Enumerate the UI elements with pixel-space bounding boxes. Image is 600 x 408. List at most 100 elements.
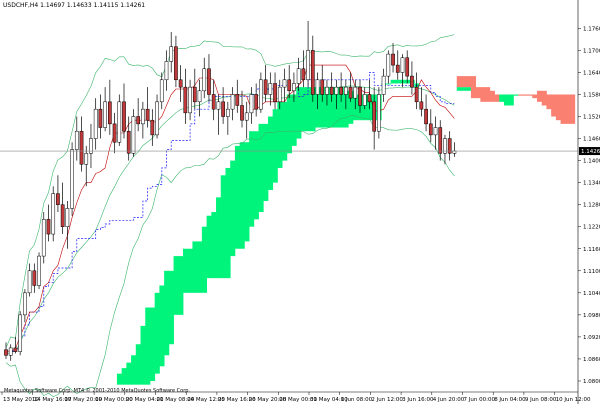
x-tick-label: 8 Jun 04:00: [494, 397, 526, 403]
candle: [131, 109, 136, 157]
symbol-label: USDCHF,H4: [3, 2, 39, 9]
candle-body: [174, 46, 178, 81]
price-chart[interactable]: 1.17600 1.17000 1.16400 1.15800 1.15200 1.146…: [0, 0, 600, 404]
candle-body: [334, 86, 339, 95]
cloud-segment: [258, 123, 264, 213]
future-cloud-segment: [532, 94, 538, 99]
future-cloud-segment: [560, 94, 566, 124]
candle-body: [273, 83, 277, 103]
cloud-segment: [301, 87, 307, 132]
cloud-segment: [126, 362, 132, 385]
future-cloud-segment: [485, 87, 491, 102]
candle-body: [438, 127, 443, 154]
candle-body: [18, 314, 23, 352]
candle-body: [292, 83, 296, 92]
future-cloud-segment: [499, 94, 505, 102]
candle-body: [277, 86, 282, 103]
cloud-segment: [211, 212, 217, 279]
candle-body: [240, 105, 244, 121]
y-tick-label: 1.15800: [583, 92, 600, 98]
candle-body: [348, 86, 353, 99]
future-cloud-segment: [551, 94, 557, 117]
candle-body: [353, 86, 358, 99]
candle-body: [4, 349, 8, 356]
candle-body: [362, 94, 367, 106]
future-cloud-segment: [470, 76, 477, 99]
candle-body: [93, 108, 98, 139]
candle-body: [400, 57, 405, 73]
y-tick-label: 1.14600: [583, 137, 600, 143]
candle-body: [410, 75, 414, 88]
cloud-segment: [206, 215, 212, 279]
candle-body: [164, 61, 169, 81]
candle-body: [70, 149, 74, 209]
cloud-segment: [159, 285, 165, 367]
cloud-segment: [395, 79, 401, 84]
candle-body: [74, 130, 79, 150]
candle: [37, 252, 41, 290]
candle-body: [51, 193, 56, 235]
cloud-segment: [216, 197, 222, 279]
cloud-segment: [154, 292, 160, 374]
candle-body: [23, 292, 27, 316]
candle-body: [405, 57, 410, 77]
candle-body: [296, 68, 301, 84]
cloud-segment: [267, 116, 274, 190]
x-tick-label: 9 Jun 08:00: [525, 397, 557, 403]
cloud-segment: [277, 101, 283, 168]
cloud-segment: [173, 256, 179, 315]
x-tick-label: 1 Jun 08:00: [341, 397, 373, 403]
candle-body: [381, 75, 386, 95]
future-cloud-segment: [518, 94, 524, 96]
cloud-segment: [225, 167, 231, 279]
candle-body: [98, 108, 103, 128]
cloud-segment: [135, 344, 141, 385]
candle-body: [79, 130, 84, 165]
candle-body: [225, 108, 230, 117]
candle-body: [159, 79, 164, 103]
candle-body: [268, 83, 273, 95]
cloud-segment: [149, 307, 156, 381]
candle-body: [84, 153, 89, 165]
candle: [70, 142, 74, 216]
candle-body: [27, 270, 32, 294]
candle-body: [287, 79, 292, 92]
future-cloud-segment: [527, 94, 533, 96]
cloud-segment: [187, 248, 193, 293]
candle-body: [452, 150, 457, 154]
y-tick-label: 1.10400: [583, 291, 600, 297]
candle-body: [8, 347, 13, 356]
candle-body: [419, 101, 424, 110]
y-tick-label: 1.17600: [583, 26, 600, 32]
future-cloud-segment: [494, 94, 500, 102]
cloud-segment: [291, 94, 297, 146]
future-cloud-segment: [546, 94, 552, 110]
y-tick-label: 1.12800: [583, 203, 600, 209]
future-cloud-segment: [508, 94, 514, 106]
y-tick-label: 1.11000: [583, 269, 600, 275]
y-tick-label: 1.13400: [583, 181, 600, 187]
cloud-segment: [168, 270, 174, 345]
copyright-text: Metaquotes Software Corp. MT4 © 2001-201…: [4, 388, 191, 394]
cloud-segment: [253, 131, 259, 220]
candle-body: [249, 94, 254, 114]
future-cloud-segment: [466, 76, 472, 88]
candle-body: [433, 127, 438, 136]
price-label-text: 1.14261: [581, 149, 600, 155]
candle-body: [235, 94, 240, 106]
cloud-segment: [201, 226, 207, 293]
y-tick-label: 1.09800: [583, 313, 600, 319]
cloud-segment: [249, 131, 255, 227]
x-tick-label: 2 Jun 12:00: [371, 397, 403, 403]
cloud-segment: [296, 87, 302, 139]
cloud-segment: [263, 123, 269, 201]
chart-background: [0, 0, 600, 404]
y-tick-label: 1.08600: [583, 357, 600, 363]
candle: [18, 311, 23, 356]
y-tick-label: 1.16400: [583, 70, 600, 76]
cloud-segment: [239, 142, 245, 249]
cloud-segment: [220, 175, 226, 279]
cloud-segment: [286, 94, 292, 154]
candle-body: [41, 219, 46, 257]
cloud-segment: [466, 87, 472, 91]
